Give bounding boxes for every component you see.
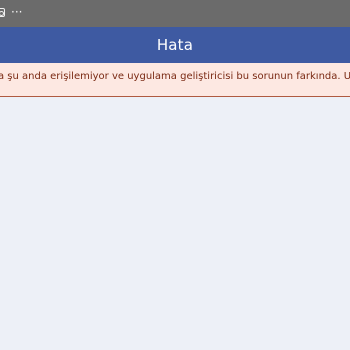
error-message: a şu anda erişilemiyor ve uygulama geliş… bbox=[0, 71, 350, 82]
status-bar: ··· bbox=[0, 0, 350, 27]
content-area bbox=[0, 98, 350, 350]
app-bar: Hata bbox=[0, 27, 350, 63]
more-options-icon[interactable]: ··· bbox=[11, 5, 22, 19]
error-banner: a şu anda erişilemiyor ve uygulama geliş… bbox=[0, 63, 350, 97]
page-title: Hata bbox=[156, 36, 194, 54]
app-icon bbox=[0, 8, 5, 17]
